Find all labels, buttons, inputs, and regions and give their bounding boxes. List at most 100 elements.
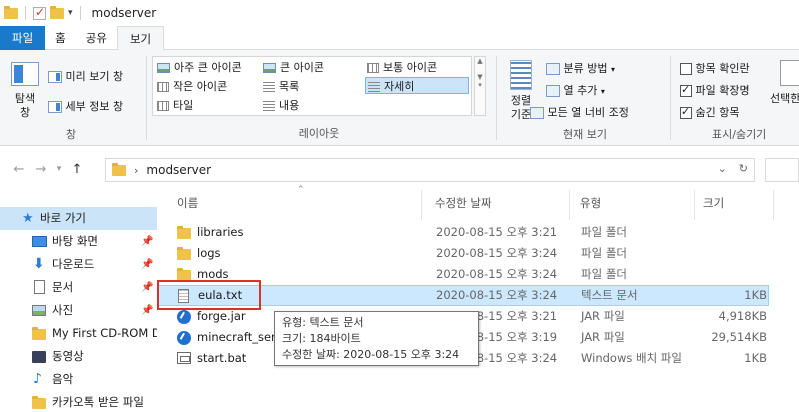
- size-all-columns-button[interactable]: 모든 열 너비 조정: [530, 104, 629, 120]
- pin-icon[interactable]: 📌: [141, 276, 153, 299]
- add-columns-button[interactable]: 열 추가 ▾: [546, 82, 605, 98]
- layout-small-icons[interactable]: 작은 아이콘: [157, 78, 227, 95]
- pane-group: 탐색 창 미리 보기 창 세부 정보 창 창: [0, 50, 142, 146]
- window-title: modserver: [91, 6, 157, 20]
- layout-gallery-scroll[interactable]: ▲ ▼ ▾: [474, 56, 486, 116]
- file-extensions-checkbox[interactable]: [680, 83, 692, 97]
- pin-icon[interactable]: 📌: [141, 299, 153, 322]
- batch-file-icon: [177, 352, 191, 364]
- column-divider[interactable]: [569, 190, 570, 220]
- pane-group-label: 창: [65, 128, 77, 141]
- file-info-tooltip: 유형: 텍스트 문서 크기: 184바이트 수정한 날짜: 2020-08-15…: [274, 311, 479, 366]
- current-view-group: 정렬 기준 분류 방법 ▾ 열 추가 ▾ 모든 열 너비 조정 현재 보기: [500, 50, 670, 146]
- desktop-icon: [32, 236, 47, 247]
- item-checkboxes-toggle[interactable]: 항목 확인란: [680, 60, 750, 76]
- up-arrow-icon[interactable]: ↑: [66, 162, 88, 177]
- pin-icon[interactable]: 📌: [141, 230, 153, 253]
- layout-content[interactable]: 내용: [263, 97, 299, 114]
- properties-icon[interactable]: [33, 5, 46, 20]
- new-folder-icon[interactable]: [50, 5, 64, 19]
- column-divider[interactable]: [773, 190, 774, 220]
- customize-toolbar-icon[interactable]: ▾: [68, 8, 73, 18]
- column-header-size[interactable]: 크기: [703, 186, 763, 220]
- nav-item-videos[interactable]: 동영상: [0, 345, 157, 368]
- ribbon-tabs: 파일 홈 공유 보기: [0, 26, 799, 51]
- address-dropdown-icon[interactable]: ⌄: [718, 162, 727, 175]
- details-pane-button[interactable]: 세부 정보 창: [48, 98, 123, 114]
- group-by-icon: [546, 63, 560, 75]
- small-icons-icon: [157, 82, 169, 92]
- divider: [670, 56, 671, 140]
- recent-locations-icon[interactable]: ▾: [52, 164, 66, 174]
- list-icon: [263, 82, 275, 92]
- hidden-items-toggle[interactable]: 숨긴 항목: [680, 104, 739, 120]
- layout-tiles[interactable]: 타일: [157, 97, 193, 114]
- column-header-type[interactable]: 유형: [580, 186, 690, 220]
- folder-icon: [32, 327, 46, 340]
- tiles-icon: [157, 101, 169, 111]
- tooltip-size: 크기: 184바이트: [282, 332, 361, 345]
- file-extensions-toggle[interactable]: 파일 확장명: [680, 82, 750, 98]
- navigation-bar: ← → ▾ ↑ › modserver ⌄ ↻: [0, 152, 799, 186]
- search-input[interactable]: [765, 158, 799, 182]
- tab-view[interactable]: 보기: [116, 26, 165, 51]
- preview-pane-button[interactable]: 미리 보기 창: [48, 68, 123, 84]
- layout-medium-icons[interactable]: 보통 아이콘: [367, 59, 437, 76]
- tooltip-type: 유형: 텍스트 문서: [282, 316, 364, 329]
- item-checkboxes-label: 항목 확인란: [695, 62, 750, 75]
- item-checkboxes-checkbox[interactable]: [680, 63, 692, 75]
- nav-item-desktop[interactable]: 바탕 화면 📌: [0, 230, 157, 253]
- folder-icon: [177, 226, 191, 239]
- back-arrow-icon[interactable]: ←: [8, 162, 30, 177]
- hide-selected-icon: [780, 60, 799, 86]
- forward-arrow-icon[interactable]: →: [30, 162, 52, 177]
- medium-icons-icon: [367, 63, 379, 73]
- hide-selected-button[interactable]: 선택한: [770, 60, 799, 106]
- nav-item-music[interactable]: ♪ 음악: [0, 368, 157, 391]
- preview-pane-icon: [48, 71, 62, 83]
- nav-item-downloads[interactable]: ⬇ 다운로드 📌: [0, 253, 157, 276]
- tab-share[interactable]: 공유: [76, 26, 117, 50]
- layout-large-icons[interactable]: 큰 아이콘: [263, 59, 324, 76]
- column-header-name[interactable]: 이름: [177, 186, 417, 220]
- tab-file[interactable]: 파일: [0, 26, 46, 50]
- group-by-button[interactable]: 분류 방법 ▾: [546, 60, 615, 76]
- size-all-columns-label: 모든 열 너비 조정: [547, 106, 629, 119]
- address-bar[interactable]: › modserver ⌄ ↻: [105, 158, 755, 182]
- column-divider[interactable]: [694, 190, 695, 220]
- nav-item-quick-access[interactable]: ★ 바로 가기: [0, 207, 157, 230]
- nav-item-documents[interactable]: 문서 📌: [0, 276, 157, 299]
- file-row-logs[interactable]: logs 2020-08-15 오후 3:24 파일 폴더: [157, 243, 769, 264]
- tab-home[interactable]: 홈: [45, 26, 76, 50]
- hidden-items-checkbox[interactable]: [680, 105, 692, 119]
- music-icon: ♪: [33, 371, 42, 387]
- size-columns-icon: [530, 107, 544, 119]
- nav-item-pictures[interactable]: 사진 📌: [0, 299, 157, 322]
- layout-group-label: 레이아웃: [298, 127, 340, 140]
- hide-selected-label: 선택한: [770, 92, 799, 105]
- folder-icon: [4, 5, 18, 19]
- pin-icon[interactable]: 📌: [141, 253, 153, 276]
- add-columns-label: 열 추가: [563, 84, 598, 97]
- file-extensions-label: 파일 확장명: [695, 84, 750, 97]
- jar-icon: [177, 310, 191, 324]
- chevron-right-icon[interactable]: ›: [134, 164, 138, 177]
- breadcrumb-current[interactable]: modserver: [146, 163, 211, 177]
- videos-icon: [32, 351, 46, 363]
- navigation-pane-button[interactable]: 탐색 창: [8, 62, 42, 126]
- column-divider[interactable]: [421, 190, 422, 220]
- pictures-icon: [32, 305, 46, 316]
- nav-item-cdrom[interactable]: My First CD-ROM D: [0, 322, 157, 345]
- content-icon: [263, 101, 275, 111]
- add-columns-icon: [546, 85, 560, 97]
- documents-icon: [34, 280, 45, 294]
- layout-extra-large-icons[interactable]: 아주 큰 아이콘: [157, 59, 242, 76]
- column-header-modified[interactable]: 수정한 날짜: [435, 186, 565, 220]
- refresh-icon[interactable]: ↻: [739, 162, 748, 175]
- file-row-libraries[interactable]: libraries 2020-08-15 오후 3:21 파일 폴더: [157, 222, 769, 243]
- preview-pane-label: 미리 보기 창: [65, 70, 124, 83]
- layout-details[interactable]: 자세히: [365, 77, 469, 94]
- nav-item-kakaotalk[interactable]: 카카오톡 받은 파일: [0, 391, 157, 412]
- annotation-highlight-box: [157, 280, 261, 310]
- layout-list[interactable]: 목록: [263, 78, 299, 95]
